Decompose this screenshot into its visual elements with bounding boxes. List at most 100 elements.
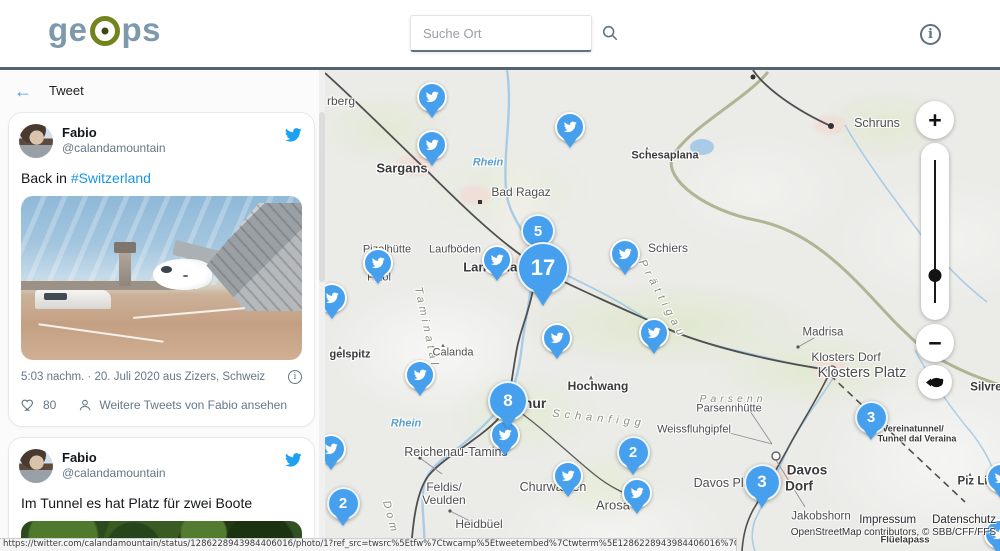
pin-tail	[550, 349, 564, 359]
tweet-map-pin[interactable]	[417, 82, 447, 118]
zoom-in-button[interactable]: +	[916, 101, 954, 139]
tweet-text-plain: Back in	[21, 170, 71, 186]
tweet-map-pin[interactable]	[417, 130, 447, 166]
search-box	[410, 15, 592, 52]
tweet-map-pin[interactable]	[405, 360, 435, 396]
animal-toggle-button[interactable]	[918, 365, 952, 399]
station-dot	[751, 75, 756, 80]
photo-control-tower	[119, 247, 130, 286]
twitter-bird-icon[interactable]	[282, 451, 304, 469]
pin-tail	[425, 108, 439, 118]
tweet-cluster-pin[interactable]: 8	[488, 381, 528, 429]
photo-jetbridge	[206, 203, 302, 311]
author-name: Fabio	[62, 125, 273, 141]
twitter-bird-icon	[489, 253, 505, 267]
tweet-header: Fabio @calandamountain	[19, 124, 304, 158]
logo-text-pre: ge	[48, 13, 88, 46]
pin-tail	[325, 460, 338, 470]
map-place-label: Klosters Dorf	[811, 351, 880, 363]
pin-tail	[647, 344, 661, 354]
map-place-label: Schesaplana	[631, 151, 698, 162]
station-davos	[772, 452, 780, 460]
tweet-map-pin[interactable]	[325, 434, 346, 470]
station-schruns	[828, 123, 834, 129]
tweet-map-pin[interactable]	[482, 245, 512, 281]
zoom-out-button[interactable]: −	[916, 324, 954, 362]
map-place-label: Madrisa	[803, 327, 844, 339]
tweet-photo-airport[interactable]	[21, 196, 302, 360]
tweet-map-pin[interactable]	[986, 463, 1000, 499]
tweet-meta: 5:03 nachm. · 20. Juli 2020 aus Zizers, …	[21, 370, 302, 384]
impressum-link[interactable]: Impressum	[859, 514, 916, 526]
hashtag-link[interactable]: #Switzerland	[71, 170, 151, 186]
pin-tail	[325, 309, 339, 319]
river-montafon	[845, 125, 987, 302]
twitter-bird-icon	[424, 90, 440, 104]
tweet-cluster-pin[interactable]: 2	[617, 436, 650, 475]
search-input[interactable]	[421, 25, 601, 42]
tweet-author: Fabio @calandamountain	[62, 449, 273, 481]
datenschutz-link[interactable]: Datenschutz	[932, 514, 996, 526]
map[interactable]: rbergSargansRheinBad Ragaz▲SchesaplanaSc…	[325, 70, 1000, 551]
twitter-bird-icon	[370, 256, 386, 270]
map-place-label: Vereinatunnel/	[882, 425, 944, 434]
avatar[interactable]	[19, 449, 53, 483]
back-arrow-icon[interactable]: ←	[14, 82, 32, 100]
tweet-map-pin[interactable]	[542, 323, 572, 359]
railway-praettigau	[530, 265, 830, 370]
map-footer: Impressum Datenschutz OpenStreetMap cont…	[791, 514, 996, 538]
photo-tug-vehicle	[35, 290, 111, 310]
tweet-map-pin[interactable]	[553, 461, 583, 497]
map-place-label: Klosters Platz	[818, 366, 907, 381]
tweet-map-pin[interactable]	[639, 318, 669, 354]
tweet-map-pin[interactable]	[622, 478, 652, 514]
pin-tail	[992, 545, 1000, 551]
geops-logo: ge ps	[48, 13, 161, 46]
animal-icon	[925, 376, 945, 389]
pin-tail	[413, 386, 427, 396]
twitter-bird-icon	[993, 471, 1000, 485]
map-place-label: Dorf	[785, 479, 813, 493]
tweet-header: Fabio @calandamountain	[19, 449, 304, 483]
sidebar-scrollbar[interactable]	[319, 70, 325, 551]
zoom-slider-knob[interactable]	[929, 269, 942, 282]
logo-o-icon	[90, 16, 120, 46]
tweet-map-pin[interactable]	[610, 239, 640, 275]
tweet-map-pin[interactable]	[555, 112, 585, 148]
tweet-cluster-pin[interactable]: 3	[744, 464, 781, 508]
heart-icon[interactable]	[21, 397, 36, 412]
tweet-cluster-pin[interactable]: 3	[855, 401, 888, 440]
map-place-label: Schiers	[648, 242, 688, 254]
zoom-slider[interactable]	[921, 143, 949, 320]
pin-tail	[425, 156, 439, 166]
search-icon[interactable]	[601, 24, 619, 42]
map-place-label: Veulden	[422, 494, 465, 506]
twitter-bird-icon	[562, 120, 578, 134]
info-button[interactable]: i	[920, 24, 941, 45]
tweet-card: Fabio @calandamountain Back in #Switzerl…	[8, 112, 315, 427]
tweet-panel[interactable]: ← Tweet Fabio @calandamountain Back in #…	[0, 70, 325, 551]
tweet-cluster-pin[interactable]: 2	[327, 487, 360, 526]
river-landquart	[540, 262, 837, 372]
tweet-map-pin[interactable]	[363, 248, 393, 284]
tweet-cluster-pin[interactable]: 17	[517, 242, 569, 306]
pin-tail	[336, 516, 350, 526]
more-tweets-link[interactable]: Weitere Tweets von Fabio ansehen	[99, 398, 287, 412]
map-attribution: OpenStreetMap contributors, © SBB/CFF/FF…	[791, 527, 996, 538]
map-place-label: Weissfluhgipfel	[657, 425, 731, 436]
tweet-info-icon[interactable]: i	[288, 370, 302, 384]
pin-tail	[994, 489, 1000, 499]
pin-tail	[561, 487, 575, 497]
map-place-label: Heidbüel	[455, 518, 502, 530]
twitter-bird-icon	[646, 326, 662, 340]
map-place-label: rberg	[327, 95, 355, 107]
scrollbar-thumb[interactable]	[319, 112, 325, 282]
pin-tail	[371, 274, 385, 284]
app-root: geps i ← Tweet Fabio @calandamountain	[0, 0, 1000, 551]
avatar[interactable]	[19, 124, 53, 158]
tweet-map-pin[interactable]	[325, 283, 347, 319]
twitter-bird-icon[interactable]	[282, 126, 304, 144]
twitter-bird-icon	[424, 138, 440, 152]
tweet-text: Back in #Switzerland	[21, 169, 302, 187]
logo-text-post: ps	[122, 13, 162, 46]
